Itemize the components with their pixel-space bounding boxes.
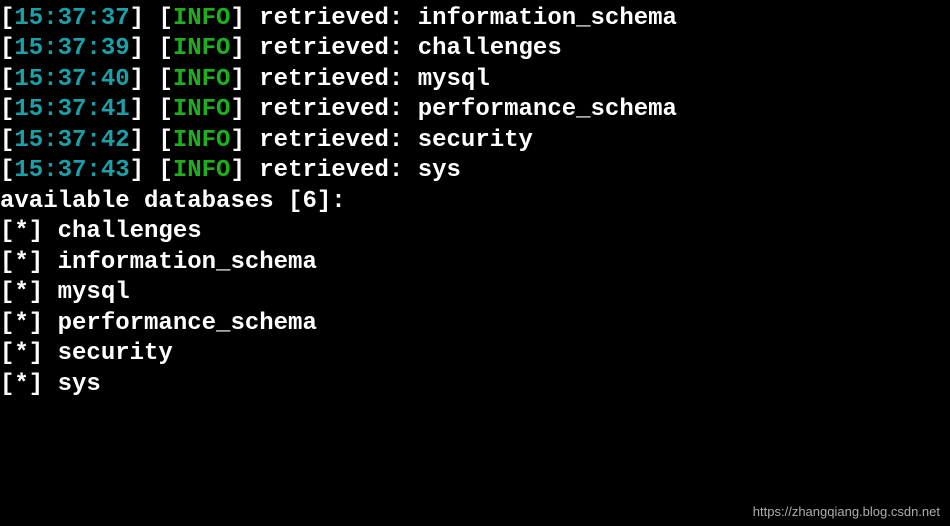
log-action: retrieved:	[259, 66, 403, 93]
log-level: INFO	[173, 157, 231, 184]
database-name: sys	[58, 371, 101, 398]
bracket-open: [	[0, 127, 14, 154]
bullet: [*]	[0, 218, 58, 245]
bracket-open: [	[0, 35, 14, 62]
log-level: INFO	[173, 96, 231, 123]
database-name: security	[58, 340, 173, 367]
bracket-close: ]	[130, 127, 159, 154]
log-line: [15:37:43] [INFO] retrieved: sys	[0, 156, 950, 186]
spacer	[403, 5, 417, 32]
bracket-open: [	[158, 157, 172, 184]
database-list-item: [*] performance_schema	[0, 309, 950, 339]
spacer	[403, 127, 417, 154]
bracket-close: ]	[130, 66, 159, 93]
bracket-close: ]	[230, 157, 259, 184]
log-action: retrieved:	[259, 157, 403, 184]
summary-header: available databases [6]:	[0, 187, 950, 217]
spacer	[403, 66, 417, 93]
log-level: INFO	[173, 127, 231, 154]
database-list-item: [*] sys	[0, 370, 950, 400]
log-line: [15:37:42] [INFO] retrieved: security	[0, 126, 950, 156]
bullet: [*]	[0, 310, 58, 337]
timestamp: 15:37:42	[14, 127, 129, 154]
bracket-open: [	[0, 96, 14, 123]
terminal-output: [15:37:37] [INFO] retrieved: information…	[0, 4, 950, 400]
bracket-open: [	[158, 127, 172, 154]
bracket-open: [	[0, 157, 14, 184]
bracket-close: ]	[130, 157, 159, 184]
database-list-item: [*] security	[0, 339, 950, 369]
spacer	[403, 35, 417, 62]
bracket-open: [	[158, 96, 172, 123]
timestamp: 15:37:39	[14, 35, 129, 62]
log-level: INFO	[173, 5, 231, 32]
bracket-close: ]	[230, 96, 259, 123]
bullet: [*]	[0, 340, 58, 367]
bullet: [*]	[0, 249, 58, 276]
log-value: challenges	[418, 35, 562, 62]
log-line: [15:37:37] [INFO] retrieved: information…	[0, 4, 950, 34]
timestamp: 15:37:37	[14, 5, 129, 32]
log-value: security	[418, 127, 533, 154]
log-line: [15:37:41] [INFO] retrieved: performance…	[0, 95, 950, 125]
bracket-close: ]	[230, 35, 259, 62]
bracket-close: ]	[130, 96, 159, 123]
watermark-text: https://zhangqiang.blog.csdn.net	[753, 504, 940, 521]
bracket-open: [	[158, 5, 172, 32]
bracket-open: [	[158, 35, 172, 62]
bracket-open: [	[0, 66, 14, 93]
spacer	[403, 157, 417, 184]
bullet: [*]	[0, 371, 58, 398]
database-name: challenges	[58, 218, 202, 245]
log-value: sys	[418, 157, 461, 184]
timestamp: 15:37:43	[14, 157, 129, 184]
bullet: [*]	[0, 279, 58, 306]
bracket-close: ]	[230, 66, 259, 93]
bracket-close: ]	[230, 127, 259, 154]
log-action: retrieved:	[259, 96, 403, 123]
bracket-close: ]	[130, 35, 159, 62]
log-value: performance_schema	[418, 96, 677, 123]
log-action: retrieved:	[259, 127, 403, 154]
database-list-item: [*] challenges	[0, 217, 950, 247]
log-level: INFO	[173, 35, 231, 62]
log-line: [15:37:40] [INFO] retrieved: mysql	[0, 65, 950, 95]
bracket-open: [	[158, 66, 172, 93]
timestamp: 15:37:41	[14, 96, 129, 123]
log-action: retrieved:	[259, 5, 403, 32]
database-name: mysql	[58, 279, 130, 306]
log-action: retrieved:	[259, 35, 403, 62]
database-name: information_schema	[58, 249, 317, 276]
timestamp: 15:37:40	[14, 66, 129, 93]
spacer	[403, 96, 417, 123]
log-level: INFO	[173, 66, 231, 93]
log-value: mysql	[418, 66, 490, 93]
log-value: information_schema	[418, 5, 677, 32]
database-list-item: [*] information_schema	[0, 248, 950, 278]
log-line: [15:37:39] [INFO] retrieved: challenges	[0, 34, 950, 64]
bracket-open: [	[0, 5, 14, 32]
bracket-close: ]	[130, 5, 159, 32]
database-name: performance_schema	[58, 310, 317, 337]
bracket-close: ]	[230, 5, 259, 32]
database-list-item: [*] mysql	[0, 278, 950, 308]
